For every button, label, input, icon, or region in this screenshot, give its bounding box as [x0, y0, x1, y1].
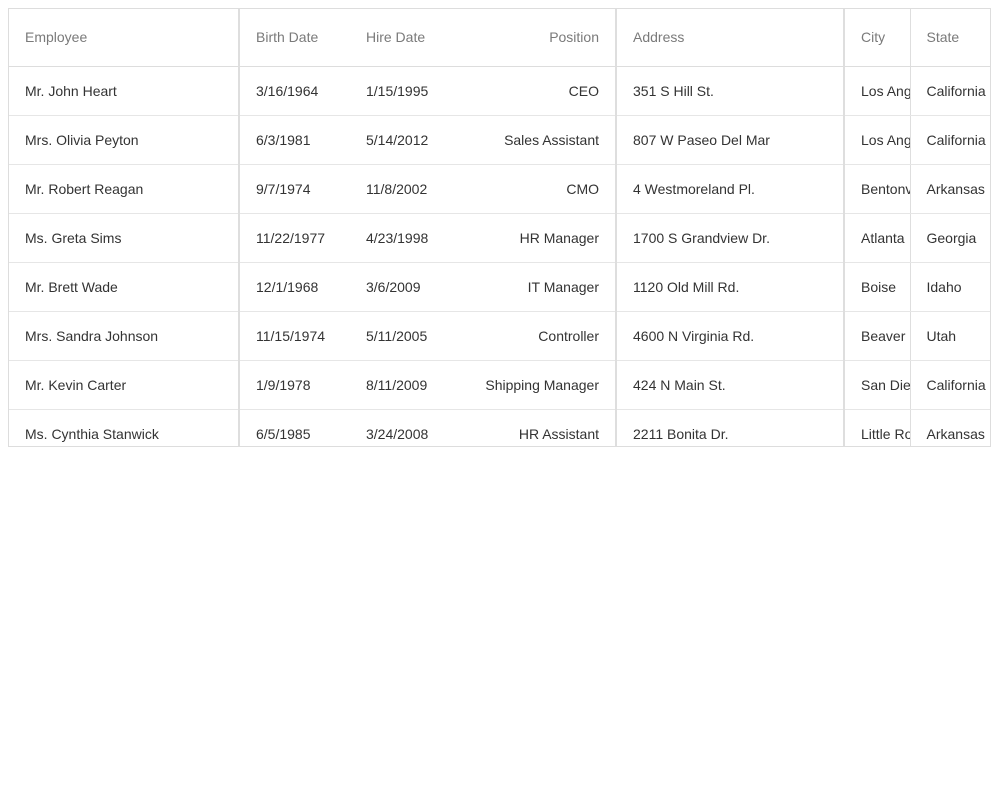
cell-city: Atlanta: [844, 213, 911, 263]
cell-state: California: [910, 360, 990, 410]
cell-employee: Mr. Robert Reagan: [9, 164, 240, 214]
cell-birth-date: 11/15/1974: [239, 311, 350, 361]
cell-city: Los Angeles: [844, 115, 911, 165]
employees-data-grid: Employee Birth Date Hire Date Position A…: [8, 8, 991, 447]
cell-address: 4 Westmoreland Pl.: [616, 164, 845, 214]
column-header-birth-date[interactable]: Birth Date: [239, 9, 350, 67]
table-row[interactable]: Mr. John Heart 3/16/1964 1/15/1995 CEO 3…: [9, 66, 990, 116]
cell-employee: Ms. Cynthia Stanwick: [9, 409, 240, 446]
cell-hire-date: 3/6/2009: [350, 262, 458, 312]
cell-address: 1120 Old Mill Rd.: [616, 262, 845, 312]
cell-hire-date: 4/23/1998: [350, 213, 458, 263]
cell-position: IT Manager: [458, 262, 617, 312]
cell-birth-date: 9/7/1974: [239, 164, 350, 214]
table-row[interactable]: Mrs. Olivia Peyton 6/3/1981 5/14/2012 Sa…: [9, 115, 990, 165]
cell-position: Shipping Manager: [458, 360, 617, 410]
cell-hire-date: 3/24/2008: [366, 425, 429, 442]
cell-state: Idaho: [910, 262, 990, 312]
cell-city: Beaver: [844, 311, 911, 361]
cell-position: Controller: [458, 311, 617, 361]
cell-position: CMO: [458, 164, 617, 214]
cell-birth-date: 6/5/1985: [256, 425, 311, 442]
cell-city: Bentonville: [844, 164, 911, 214]
cell-position: HR Manager: [458, 213, 617, 263]
cell-employee: Ms. Greta Sims: [9, 213, 240, 263]
cell-position: Sales Assistant: [458, 115, 617, 165]
column-header-employee[interactable]: Employee: [9, 9, 240, 67]
table-row[interactable]: Mr. Brett Wade 12/1/1968 3/6/2009 IT Man…: [9, 262, 990, 312]
employees-table: Employee Birth Date Hire Date Position A…: [9, 9, 990, 446]
column-header-state[interactable]: State: [910, 9, 990, 67]
table-row[interactable]: Mr. Kevin Carter 1/9/1978 8/11/2009 Ship…: [9, 360, 990, 410]
header-row: Employee Birth Date Hire Date Position A…: [9, 9, 990, 67]
cell-state: Arkansas: [910, 164, 990, 214]
table-row[interactable]: Mrs. Sandra Johnson 11/15/1974 5/11/2005…: [9, 311, 990, 361]
cell-employee: Mrs. Sandra Johnson: [9, 311, 240, 361]
cell-employee: Mr. Brett Wade: [9, 262, 240, 312]
cell-address: 424 N Main St.: [616, 360, 845, 410]
table-row[interactable]: Mr. Robert Reagan 9/7/1974 11/8/2002 CMO…: [9, 164, 990, 214]
cell-employee: Mrs. Olivia Peyton: [9, 115, 240, 165]
table-row[interactable]: Ms. Cynthia Stanwick 6/5/1985 3/24/2008 …: [9, 409, 990, 446]
cell-employee: Mr. Kevin Carter: [9, 360, 240, 410]
cell-birth-date: 3/16/1964: [239, 66, 350, 116]
cell-city: San Diego: [844, 360, 911, 410]
cell-address: 807 W Paseo Del Mar: [616, 115, 845, 165]
cell-state: Arkansas: [926, 425, 985, 442]
cell-hire-date: 11/8/2002: [350, 164, 458, 214]
cell-hire-date: 8/11/2009: [350, 360, 458, 410]
cell-address: 2211 Bonita Dr.: [616, 409, 845, 446]
cell-city: Boise: [844, 262, 911, 312]
cell-position: CEO: [458, 66, 617, 116]
cell-city: Los Angeles: [844, 66, 911, 116]
cell-position: HR Assistant: [458, 409, 617, 446]
cell-hire-date: 5/11/2005: [350, 311, 458, 361]
cell-state: Utah: [910, 311, 990, 361]
cell-city: Little Rock: [844, 409, 911, 446]
column-header-address[interactable]: Address: [616, 9, 845, 67]
cell-state: California: [910, 66, 990, 116]
table-row[interactable]: Ms. Greta Sims 11/22/1977 4/23/1998 HR M…: [9, 213, 990, 263]
cell-address: 4600 N Virginia Rd.: [616, 311, 845, 361]
column-header-city[interactable]: City: [844, 9, 911, 67]
cell-birth-date: 12/1/1968: [239, 262, 350, 312]
column-header-position[interactable]: Position: [458, 9, 617, 67]
cell-hire-date: 5/14/2012: [350, 115, 458, 165]
cell-birth-date: 6/3/1981: [239, 115, 350, 165]
cell-address: 351 S Hill St.: [616, 66, 845, 116]
cell-birth-date: 1/9/1978: [239, 360, 350, 410]
cell-employee: Mr. John Heart: [9, 66, 240, 116]
cell-state: California: [910, 115, 990, 165]
cell-state: Georgia: [910, 213, 990, 263]
cell-hire-date: 1/15/1995: [350, 66, 458, 116]
cell-address: 1700 S Grandview Dr.: [616, 213, 845, 263]
column-header-hire-date[interactable]: Hire Date: [350, 9, 458, 67]
cell-birth-date: 11/22/1977: [239, 213, 350, 263]
